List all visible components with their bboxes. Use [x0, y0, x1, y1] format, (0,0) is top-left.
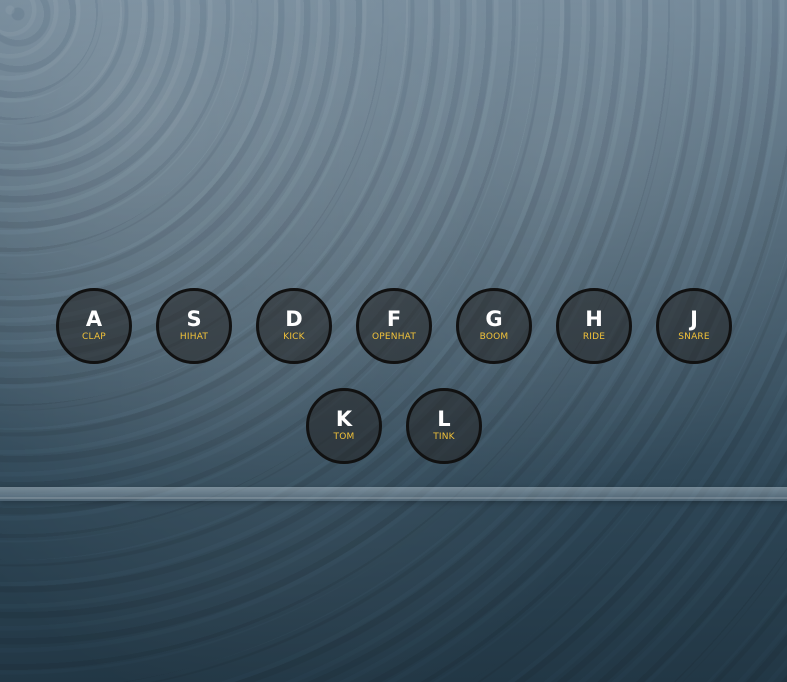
drum-key-letter: S	[186, 306, 202, 331]
drum-key-d[interactable]: D KICK	[256, 288, 332, 364]
drum-key-k[interactable]: K TOM	[306, 388, 382, 464]
stadium-rail	[0, 487, 787, 501]
drum-key-letter: D	[285, 306, 303, 331]
drum-key-sound: RIDE	[582, 331, 606, 342]
drum-key-letter: L	[437, 406, 451, 431]
drum-key-letter: K	[335, 406, 353, 431]
drum-key-l[interactable]: L TINK	[406, 388, 482, 464]
drum-key-sound: SNARE	[678, 331, 710, 342]
drum-key-sound: TINK	[433, 431, 455, 442]
drum-key-sound: OPENHAT	[371, 331, 417, 342]
drum-key-g[interactable]: G BOOM	[456, 288, 532, 364]
drum-key-h[interactable]: H RIDE	[556, 288, 632, 364]
drum-key-sound: CLAP	[82, 331, 106, 342]
drum-key-letter: F	[386, 306, 402, 331]
drum-key-letter: A	[85, 306, 103, 331]
drum-key-letter: J	[690, 306, 698, 331]
drum-key-sound: BOOM	[479, 331, 509, 342]
drum-key-f[interactable]: F OPENHAT	[356, 288, 432, 364]
drum-key-sound: HIHAT	[179, 331, 209, 342]
drum-key-a[interactable]: A CLAP	[56, 288, 132, 364]
drum-key-sound: KICK	[283, 331, 305, 342]
drum-key-sound: TOM	[333, 431, 355, 442]
drum-key-s[interactable]: S HIHAT	[156, 288, 232, 364]
drum-key-j[interactable]: J SNARE	[656, 288, 732, 364]
drum-key-letter: G	[485, 306, 503, 331]
drum-key-letter: H	[585, 306, 603, 331]
